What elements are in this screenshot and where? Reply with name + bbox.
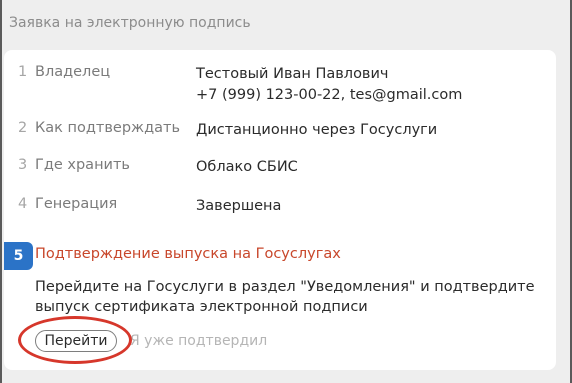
step-label-confirm-method: Как подтверждать xyxy=(35,120,181,136)
page-title: Заявка на электронную подпись xyxy=(9,15,251,31)
go-to-gosuslugi-button[interactable]: Перейти xyxy=(35,330,117,352)
step-label-owner: Владелец xyxy=(35,64,111,80)
step-value-owner: Тестовый Иван Павлович +7 (999) 123-00-2… xyxy=(196,64,462,106)
owner-name: Тестовый Иван Павлович xyxy=(196,66,389,82)
active-step-title: Подтверждение выпуска на Госуслугах xyxy=(35,246,341,262)
step-number: 1 xyxy=(18,64,28,80)
active-step-badge: 5 xyxy=(4,242,33,270)
step-number: 3 xyxy=(18,157,28,173)
active-step-description: Перейдите на Госуслуги в раздел "Уведомл… xyxy=(35,279,535,315)
application-card: 1 Владелец Тестовый Иван Павлович +7 (99… xyxy=(4,50,556,370)
window-edge-left xyxy=(0,0,2,383)
step-label-generation: Генерация xyxy=(35,196,118,212)
step-value-generation: Завершена xyxy=(196,198,282,214)
step-value-storage: Облако СБИС xyxy=(196,159,298,175)
step-number: 2 xyxy=(18,120,28,136)
owner-contacts: +7 (999) 123-00-22, tes@gmail.com xyxy=(196,87,463,103)
step-label-storage: Где хранить xyxy=(35,157,130,173)
step-number: 4 xyxy=(18,196,28,212)
already-confirmed-link[interactable]: Я уже подтвердил xyxy=(130,333,267,349)
step-value-confirm-method: Дистанционно через Госуслуги xyxy=(196,122,438,138)
